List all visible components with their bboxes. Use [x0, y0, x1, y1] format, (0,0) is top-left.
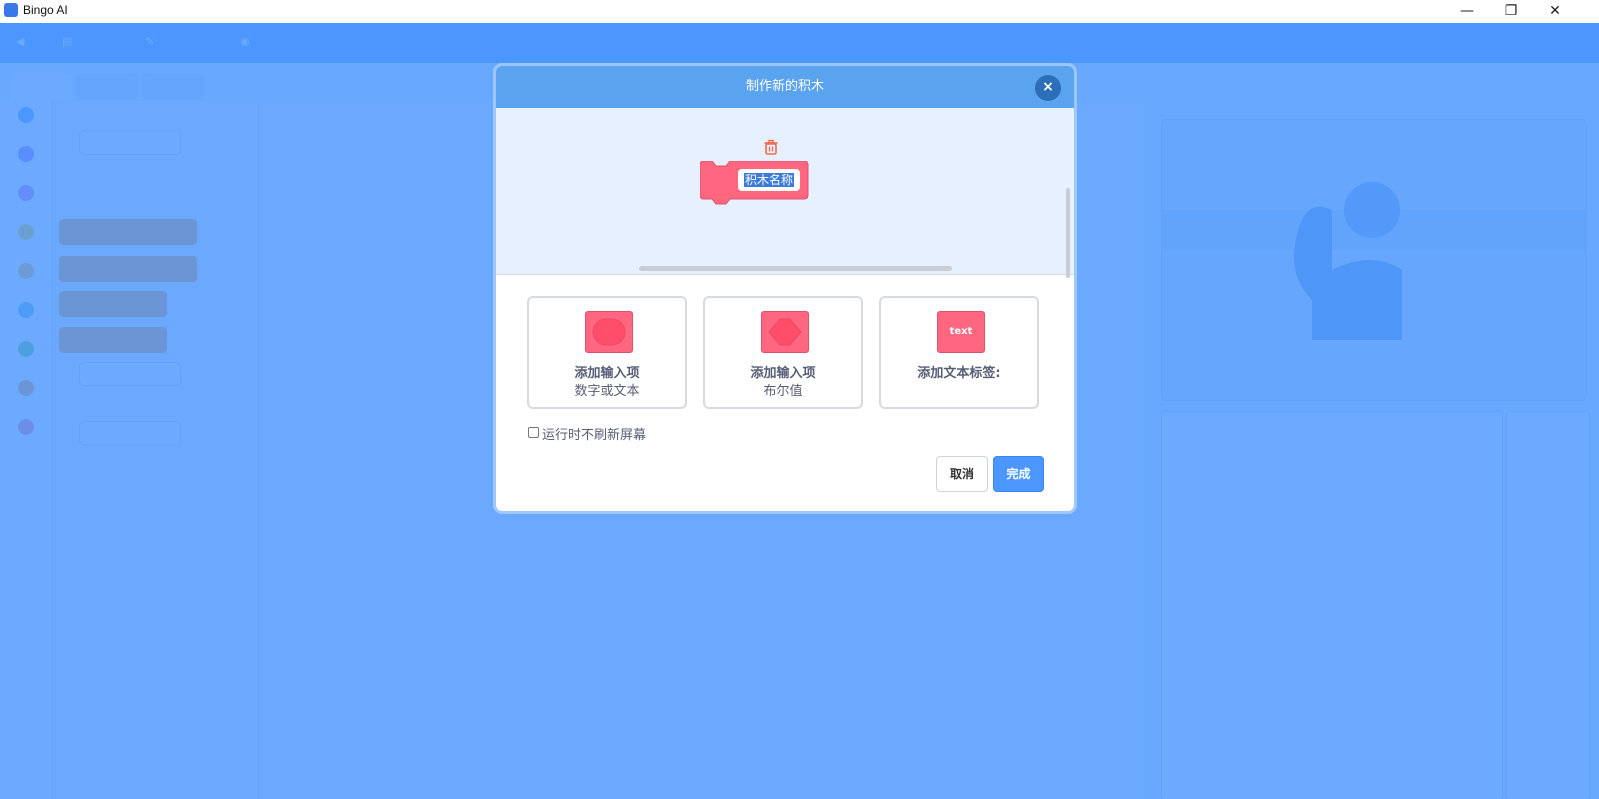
dialog-title: 制作新的积木: [745, 79, 824, 94]
text-label-icon-text: text: [949, 326, 973, 337]
dialog-header: 制作新的积木 ×: [496, 66, 1074, 108]
window-title: Bingo AI: [23, 3, 68, 17]
add-number-text-input-button[interactable]: 添加输入项 数字或文本: [527, 296, 687, 409]
run-without-refresh-checkbox[interactable]: [528, 427, 539, 438]
block-name-input[interactable]: 积木名称: [738, 169, 800, 191]
option-title: 添加输入项: [574, 366, 640, 381]
add-text-label-button[interactable]: text 添加文本标签:: [879, 296, 1039, 409]
boolean-input-icon: [761, 311, 809, 353]
maximize-button[interactable]: ❐: [1489, 0, 1533, 23]
number-text-input-icon: [585, 311, 633, 353]
make-block-dialog: 制作新的积木 × 积木名称 添加输入项 数字或文本 添加输入项 布尔值 text…: [496, 66, 1074, 511]
custom-block-preview: 积木名称: [700, 161, 810, 205]
option-subtitle: 布尔值: [763, 384, 803, 399]
trash-icon[interactable]: [763, 139, 779, 155]
ok-button[interactable]: 完成: [993, 456, 1044, 492]
minimize-button[interactable]: —: [1445, 0, 1489, 23]
app-logo-icon: [4, 3, 18, 17]
block-preview-area: 积木名称: [496, 108, 1074, 278]
vertical-scrollbar[interactable]: [1066, 188, 1070, 278]
close-window-button[interactable]: ✕: [1533, 0, 1577, 23]
close-dialog-button[interactable]: ×: [1035, 75, 1061, 101]
run-without-refresh-label: 运行时不刷新屏幕: [542, 428, 647, 443]
horizontal-scrollbar[interactable]: [639, 266, 952, 271]
text-label-icon: text: [937, 311, 985, 353]
add-boolean-input-button[interactable]: 添加输入项 布尔值: [703, 296, 863, 409]
option-subtitle: 数字或文本: [574, 384, 640, 399]
cancel-button[interactable]: 取消: [936, 456, 988, 492]
option-title: 添加输入项: [750, 366, 816, 381]
window-titlebar: Bingo AI — ❐ ✕: [0, 0, 1599, 24]
option-title: 添加文本标签:: [917, 366, 1001, 381]
